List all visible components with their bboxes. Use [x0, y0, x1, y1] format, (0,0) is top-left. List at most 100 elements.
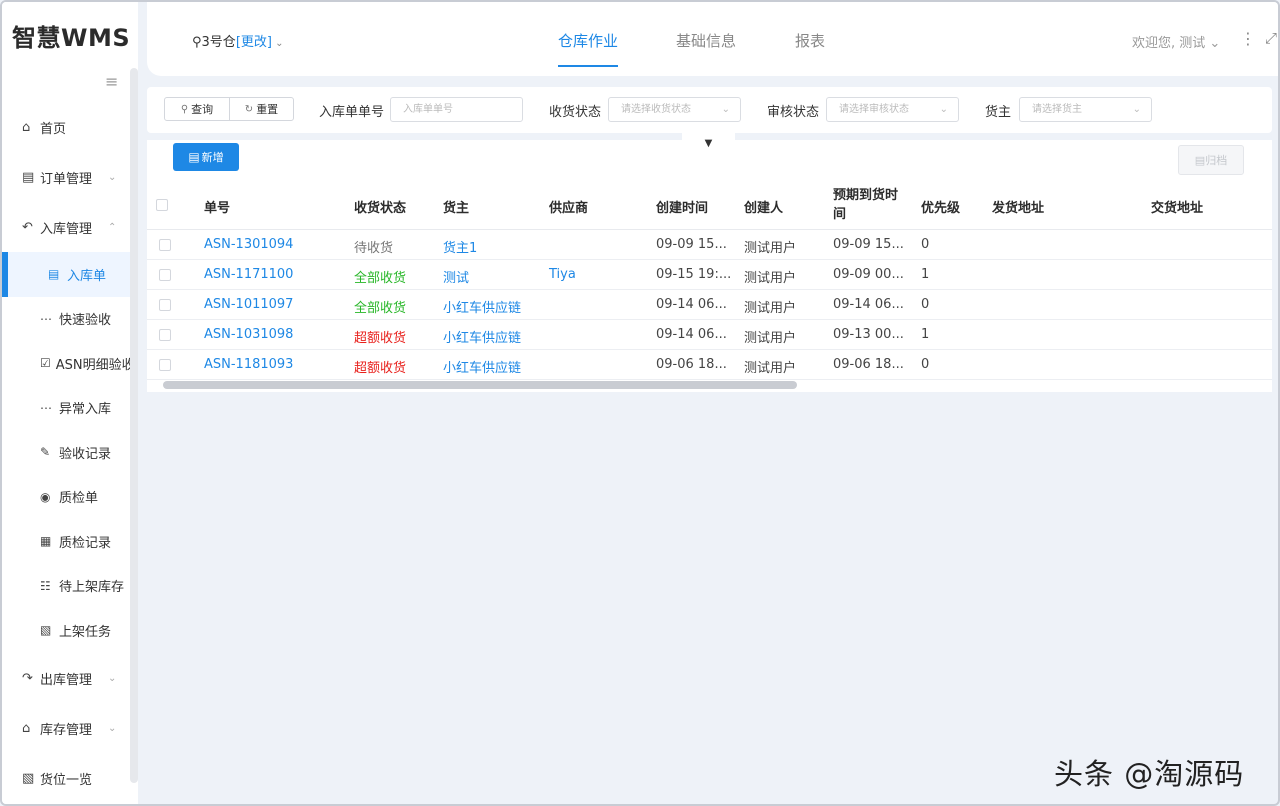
- sidebar-item-outbound[interactable]: ↷ 出库管理 ⌄: [2, 653, 116, 703]
- record-icon: ✎: [40, 445, 51, 460]
- row-checkbox[interactable]: [159, 239, 171, 251]
- app-window: 智慧WMS ≡ ⌂ 首页 ▤ 订单管理 ⌄ ↶ 入库管理 ⌃ ▤ 入库单 ⋯ 快…: [0, 0, 1280, 806]
- table-row[interactable]: ASN-1031098 超额收货 小红车供应链 09-14 06... 测试用户…: [147, 320, 1272, 350]
- sidebar-subitem-qc-order[interactable]: ◉ 质检单: [2, 475, 130, 520]
- receive-status: 超额收货: [354, 361, 407, 376]
- fullscreen-icon[interactable]: ⤢: [1265, 29, 1277, 47]
- sidebar-subitem-inbound-order[interactable]: ▤ 入库单: [2, 252, 130, 297]
- sidebar-subitem-quick-accept[interactable]: ⋯ 快速验收: [2, 297, 130, 342]
- creator: 测试用户: [744, 301, 797, 316]
- order-icon: ▤: [22, 169, 35, 185]
- creator: 测试用户: [744, 241, 797, 256]
- chevron-down-icon: ⌄: [108, 722, 117, 734]
- owner-link[interactable]: 小红车供应链: [443, 327, 521, 346]
- warehouse-selector[interactable]: ⚲3号仓[更改] ⌄: [192, 31, 284, 50]
- receive-status-select[interactable]: 请选择收货状态 ⌄: [608, 97, 741, 122]
- column-header[interactable]: 单号: [204, 197, 230, 216]
- archive-button[interactable]: ▤ 归档: [1178, 145, 1244, 175]
- sidebar-subitem-abnormal-inbound[interactable]: ⋯ 异常入库: [2, 386, 130, 431]
- expected-time: 09-06 18...: [833, 357, 904, 372]
- sidebar-item-stock[interactable]: ⌂ 库存管理 ⌄: [2, 703, 116, 753]
- sidebar-subitem-asn-detail[interactable]: ☑ ASN明细验收: [2, 341, 130, 386]
- add-button[interactable]: ▤ 新增: [173, 143, 239, 171]
- column-header[interactable]: 交货地址: [1151, 197, 1203, 216]
- asn-no-link[interactable]: ASN-1301094: [204, 237, 293, 252]
- tab-reports[interactable]: 报表: [795, 30, 825, 51]
- created-time: 09-14 06...: [656, 297, 727, 312]
- sidebar-subitem-accept-records[interactable]: ✎ 验收记录: [2, 430, 130, 475]
- row-checkbox[interactable]: [159, 299, 171, 311]
- reset-button-label: 重置: [256, 103, 279, 116]
- table-horizontal-scrollbar[interactable]: [163, 381, 797, 389]
- owner-placeholder: 请选择货主: [1032, 104, 1082, 115]
- refresh-icon: ↻: [244, 103, 254, 115]
- table-header: 单号 收货状态 货主 供应商 创建时间 创建人 预期到货时间 优先级 发货地址 …: [147, 180, 1272, 230]
- column-header[interactable]: 预期到货时间: [833, 186, 907, 224]
- owner-select[interactable]: 请选择货主 ⌄: [1019, 97, 1152, 122]
- sidebar-subitem-shelf-task[interactable]: ▧ 上架任务: [2, 608, 130, 653]
- boxes-icon: ☷: [40, 578, 51, 593]
- app-logo: 智慧WMS: [2, 2, 138, 68]
- filter-expand-toggle[interactable]: ▼: [682, 133, 735, 155]
- table-row[interactable]: ASN-1011097 全部收货 小红车供应链 09-14 06... 测试用户…: [147, 290, 1272, 320]
- document-icon: ▤: [48, 267, 60, 282]
- supplier-link[interactable]: Tiya: [549, 267, 576, 282]
- add-document-icon: ▤: [188, 150, 200, 164]
- owner-link[interactable]: 小红车供应链: [443, 357, 521, 376]
- owner-link[interactable]: 货主1: [443, 237, 477, 256]
- asn-no-link[interactable]: ASN-1011097: [204, 297, 293, 312]
- column-header[interactable]: 发货地址: [992, 197, 1044, 216]
- query-button[interactable]: ⚲ 查询: [165, 98, 229, 120]
- column-header[interactable]: 收货状态: [354, 197, 406, 216]
- receive-status: 超额收货: [354, 331, 407, 346]
- row-checkbox[interactable]: [159, 359, 171, 371]
- column-header[interactable]: 创建人: [744, 197, 783, 216]
- chevron-down-icon: ⌄: [1132, 104, 1141, 115]
- sidebar-subitem-label: 异常入库: [59, 402, 112, 418]
- expected-time: 09-09 15...: [833, 237, 904, 252]
- table-row[interactable]: ASN-1171100 全部收货 测试 Tiya 09-15 19:... 测试…: [147, 260, 1272, 290]
- table-row[interactable]: ASN-1181093 超额收货 小红车供应链 09-06 18... 测试用户…: [147, 350, 1272, 380]
- owner-label: 货主: [985, 105, 1012, 120]
- asn-no-input[interactable]: 入库单单号: [390, 97, 523, 122]
- more-vertical-icon[interactable]: ⋮: [1240, 29, 1256, 48]
- priority: 0: [921, 237, 930, 252]
- sidebar-subitem-qc-records[interactable]: ▦ 质检记录: [2, 519, 130, 564]
- home-icon: ⌂: [22, 119, 31, 135]
- select-all-checkbox[interactable]: [156, 199, 168, 211]
- sidebar-subitem-label: 入库单: [67, 268, 107, 284]
- column-header[interactable]: 创建时间: [656, 197, 708, 216]
- ellipsis-circle-icon: ⋯: [40, 400, 52, 415]
- asn-no-link[interactable]: ASN-1181093: [204, 357, 293, 372]
- owner-link[interactable]: 小红车供应链: [443, 297, 521, 316]
- sidebar-subitem-pending-shelf[interactable]: ☷ 待上架库存: [2, 564, 130, 609]
- audit-status-placeholder: 请选择审核状态: [839, 104, 909, 115]
- sidebar-item-orders[interactable]: ▤ 订单管理 ⌄: [2, 152, 116, 202]
- sidebar-scrollbar[interactable]: [130, 68, 138, 783]
- warehouse-change-link[interactable]: [更改]: [236, 35, 272, 50]
- priority: 0: [921, 297, 930, 312]
- owner-link[interactable]: 测试: [443, 267, 469, 286]
- audit-status-select[interactable]: 请选择审核状态 ⌄: [826, 97, 959, 122]
- sidebar-subitem-label: 待上架库存: [59, 580, 125, 596]
- tab-warehouse-ops[interactable]: 仓库作业: [558, 30, 619, 67]
- expected-time: 09-13 00...: [833, 327, 904, 342]
- row-checkbox[interactable]: [159, 329, 171, 341]
- tab-basic-info[interactable]: 基础信息: [676, 30, 736, 51]
- column-header[interactable]: 货主: [443, 197, 469, 216]
- sidebar-item-home[interactable]: ⌂ 首页: [2, 102, 66, 152]
- user-menu[interactable]: 欢迎您, 测试 ⌄: [1132, 32, 1220, 51]
- reset-button[interactable]: ↻ 重置: [229, 98, 293, 120]
- row-checkbox[interactable]: [159, 269, 171, 281]
- sidebar-item-locations[interactable]: ▧ 货位一览: [2, 753, 92, 803]
- add-button-label: 新增: [201, 151, 224, 164]
- outbound-icon: ↷: [22, 670, 33, 686]
- asn-no-link[interactable]: ASN-1171100: [204, 267, 293, 282]
- receive-status-label: 收货状态: [549, 105, 602, 120]
- asn-no-link[interactable]: ASN-1031098: [204, 327, 293, 342]
- menu-collapse-icon[interactable]: ≡: [105, 74, 121, 90]
- sidebar-item-inbound[interactable]: ↶ 入库管理 ⌃: [2, 202, 116, 252]
- column-header[interactable]: 优先级: [921, 197, 960, 216]
- table-row[interactable]: ASN-1301094 待收货 货主1 09-09 15... 测试用户 09-…: [147, 230, 1272, 260]
- column-header[interactable]: 供应商: [549, 197, 588, 216]
